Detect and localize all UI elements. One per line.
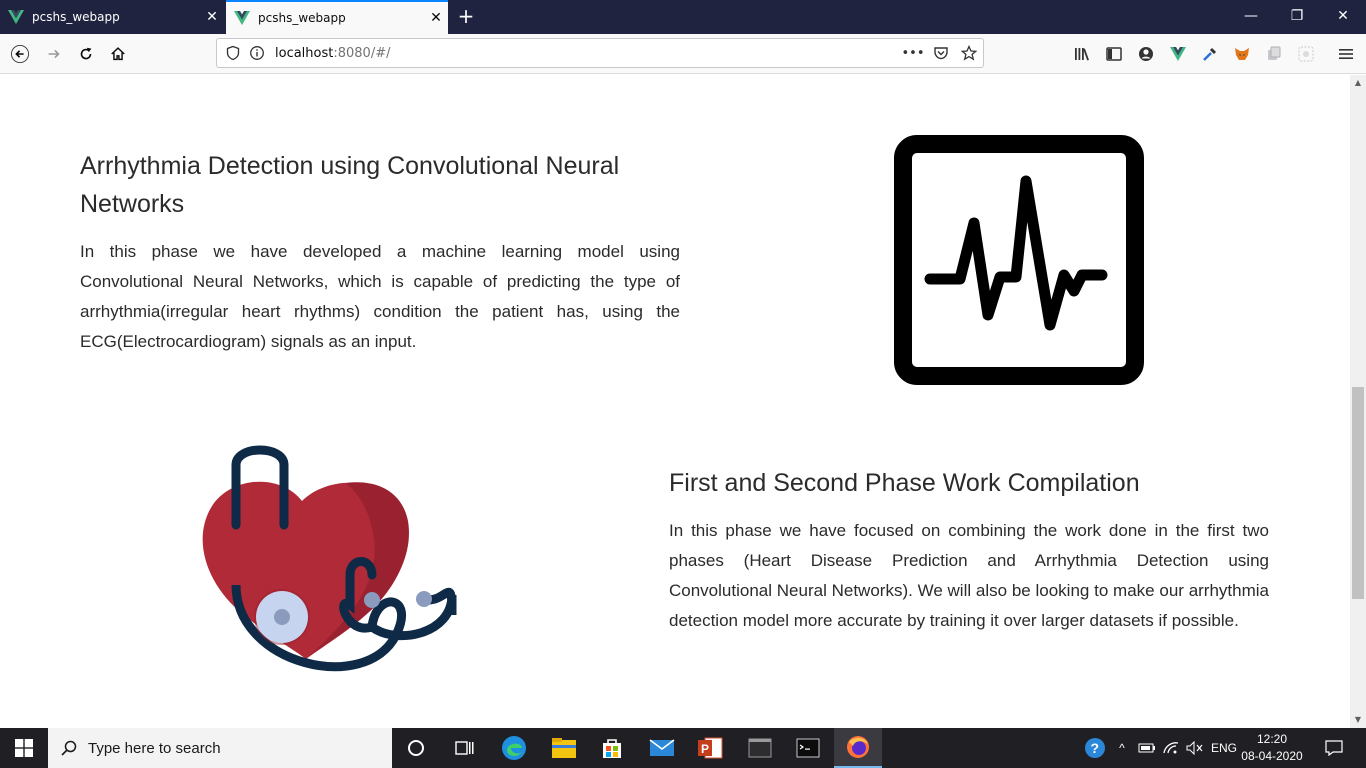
- vue-devtools-icon[interactable]: [1166, 42, 1190, 66]
- ecg-monitor-icon: [894, 135, 1144, 385]
- eyedropper-icon[interactable]: [1198, 42, 1222, 66]
- volume-muted-icon[interactable]: [1184, 728, 1206, 768]
- page-actions-menu-icon[interactable]: •••: [899, 39, 927, 67]
- metamask-fox-icon[interactable]: [1230, 42, 1254, 66]
- close-tab-icon[interactable]: ✕: [424, 10, 448, 26]
- battery-icon[interactable]: [1136, 728, 1158, 768]
- scroll-down-icon[interactable]: ▼: [1350, 712, 1366, 728]
- taskbar-file-explorer[interactable]: [540, 728, 588, 768]
- mail-icon: [649, 739, 675, 756]
- powerpoint-icon: P: [698, 737, 723, 759]
- scrollbar-thumb[interactable]: [1352, 387, 1364, 599]
- close-tab-icon[interactable]: ✕: [200, 9, 224, 25]
- heart-stethoscope-illustration: [202, 445, 457, 672]
- tab-inactive[interactable]: pcshs_webapp ✕: [0, 0, 224, 34]
- sidebar-icon[interactable]: [1102, 42, 1126, 66]
- search-placeholder: Type here to search: [88, 739, 221, 757]
- section-body-compilation: In this phase we have focused on combini…: [669, 521, 1269, 630]
- url-text[interactable]: localhost:8080/#/: [275, 46, 899, 61]
- bookmark-star-icon[interactable]: [955, 39, 983, 67]
- extension-dotted-icon[interactable]: [1294, 42, 1318, 66]
- console-window-icon: [748, 738, 772, 758]
- tab-strip: pcshs_webapp ✕ pcshs_webapp ✕ + — ❐ ✕: [0, 0, 1366, 34]
- taskbar-firefox[interactable]: [834, 728, 882, 768]
- home-icon: [111, 47, 125, 61]
- section-title-arrhythmia: Arrhythmia Detection using Convolutional…: [80, 152, 620, 218]
- taskbar-search-box[interactable]: Type here to search: [48, 728, 392, 768]
- search-icon: [61, 740, 77, 756]
- close-window-button[interactable]: ✕: [1320, 0, 1366, 34]
- taskbar-terminal-2[interactable]: [784, 728, 832, 768]
- windows-logo-icon: [15, 739, 33, 757]
- pocket-icon[interactable]: [927, 39, 955, 67]
- hamburger-menu-icon[interactable]: [1334, 42, 1358, 66]
- back-arrow-icon: [11, 45, 29, 63]
- tracking-protection-shield-icon[interactable]: [225, 45, 241, 61]
- forward-button[interactable]: [38, 38, 70, 70]
- language-indicator[interactable]: ENG: [1208, 728, 1240, 768]
- forward-arrow-icon: [48, 49, 60, 59]
- edge-icon: [502, 736, 526, 760]
- reload-icon: [80, 47, 92, 60]
- svg-text:P: P: [701, 742, 709, 756]
- site-info-icon[interactable]: [249, 45, 265, 61]
- firefox-icon: [847, 736, 869, 758]
- taskbar-edge[interactable]: [490, 728, 538, 768]
- url-host: localhost: [275, 45, 334, 61]
- page-scrollbar[interactable]: ▲ ▼: [1350, 75, 1366, 728]
- taskbar-terminal-1[interactable]: [736, 728, 784, 768]
- section-title-compilation: First and Second Phase Work Compilation: [669, 469, 1140, 497]
- tab-title: pcshs_webapp: [32, 10, 120, 24]
- vue-logo-icon: [234, 11, 250, 25]
- section-body-arrhythmia: In this phase we have developed a machin…: [80, 242, 680, 351]
- task-view-icon: [455, 741, 474, 755]
- scroll-up-icon[interactable]: ▲: [1350, 75, 1366, 91]
- restore-button[interactable]: ❐: [1274, 0, 1320, 34]
- store-bag-icon: [603, 739, 621, 758]
- notifications-icon[interactable]: [1318, 728, 1350, 768]
- wifi-icon[interactable]: [1160, 728, 1182, 768]
- tab-active[interactable]: pcshs_webapp ✕: [226, 0, 448, 34]
- reload-button[interactable]: [70, 38, 102, 70]
- clock-date: 08-04-2020: [1241, 749, 1303, 763]
- folder-icon: [552, 738, 576, 758]
- windows-taskbar: Type here to search P ? ^ ENG 12:20 08-0…: [0, 728, 1366, 768]
- show-hidden-icons-chevron-up-icon[interactable]: ^: [1112, 728, 1132, 768]
- clock-time: 12:20: [1256, 732, 1288, 746]
- taskbar-mail[interactable]: [638, 728, 686, 768]
- taskbar-powerpoint[interactable]: P: [686, 728, 734, 768]
- url-path: :8080/#/: [333, 45, 391, 61]
- library-icon[interactable]: [1070, 42, 1094, 66]
- home-button[interactable]: [102, 38, 134, 70]
- navigation-toolbar: localhost:8080/#/ •••: [0, 34, 1366, 74]
- tab-title: pcshs_webapp: [258, 11, 346, 25]
- command-prompt-icon: [796, 738, 820, 758]
- new-tab-button[interactable]: +: [454, 4, 478, 28]
- account-icon[interactable]: [1134, 42, 1158, 66]
- page-viewport: Arrhythmia Detection using Convolutional…: [0, 75, 1350, 728]
- start-button[interactable]: [0, 728, 48, 768]
- cortana-button[interactable]: [392, 728, 440, 768]
- svg-text:?: ?: [1091, 740, 1100, 756]
- back-button[interactable]: [4, 38, 36, 70]
- help-tray-icon[interactable]: ?: [1082, 728, 1108, 768]
- taskbar-store[interactable]: [588, 728, 636, 768]
- task-view-button[interactable]: [440, 728, 488, 768]
- vue-logo-icon: [8, 10, 24, 24]
- taskbar-clock[interactable]: 12:20 08-04-2020: [1240, 731, 1304, 765]
- cortana-circle-icon: [408, 740, 424, 756]
- extension-grey-icon[interactable]: [1262, 42, 1286, 66]
- minimize-button[interactable]: —: [1228, 0, 1274, 34]
- address-bar[interactable]: localhost:8080/#/ •••: [216, 38, 984, 68]
